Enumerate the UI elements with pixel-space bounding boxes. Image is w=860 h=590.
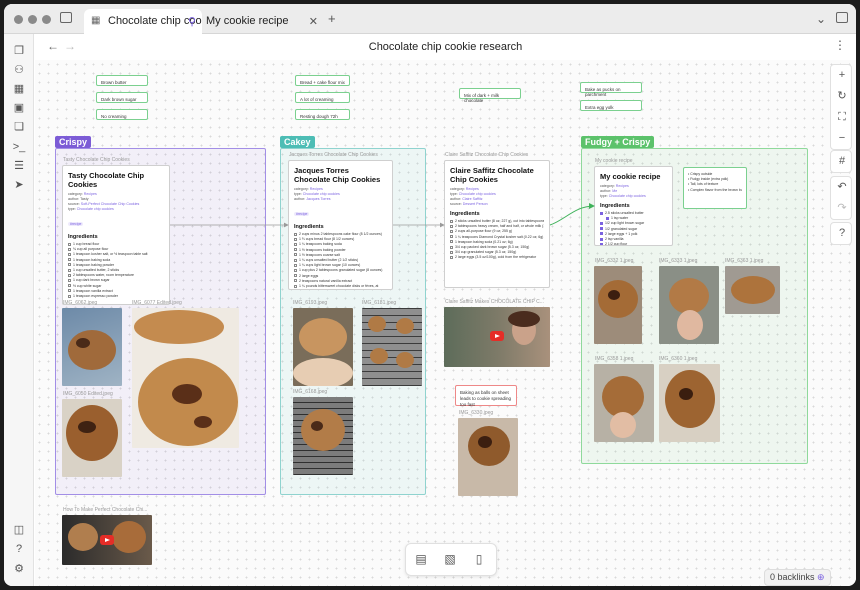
- edge-claire-mine[interactable]: [549, 203, 595, 226]
- settings-icon[interactable]: ⚙: [12, 562, 26, 576]
- zoom-controls: + ↻ ⛶ −: [830, 64, 852, 150]
- zoom-in-icon[interactable]: +: [831, 65, 853, 86]
- pin-icon[interactable]: ⚲: [188, 15, 196, 28]
- help-icon[interactable]: ?: [831, 223, 853, 244]
- copy-icon[interactable]: ❏: [12, 120, 26, 134]
- snap-control: #: [830, 150, 852, 173]
- right-sidebar-toggle-icon[interactable]: [836, 12, 848, 23]
- add-media-icon[interactable]: ▧: [442, 552, 458, 568]
- backlinks-counter[interactable]: 0 backlinks ⊕: [764, 569, 831, 586]
- calendar-icon[interactable]: ▣: [12, 101, 26, 115]
- tab-my-cookie-recipe[interactable]: My cookie recipe ✕: [202, 9, 324, 34]
- snap-icon[interactable]: #: [831, 151, 853, 172]
- send-icon[interactable]: ➤: [12, 178, 26, 192]
- chevron-down-icon[interactable]: ⌄: [816, 12, 826, 26]
- new-tab-icon[interactable]: +: [328, 11, 336, 26]
- more-options-icon[interactable]: ⋮: [834, 38, 846, 52]
- canvas-edges: [170, 203, 595, 228]
- minimize-window-button[interactable]: [28, 15, 37, 24]
- add-item-toolbar: ▤ ▧ ▯: [405, 543, 497, 576]
- tab-label: My cookie recipe: [206, 15, 289, 27]
- add-circle-icon[interactable]: ⊕: [817, 572, 825, 582]
- help-control: ?: [830, 222, 852, 245]
- canvas-icon[interactable]: ▦: [12, 82, 26, 96]
- app-window: ▦ Chocolate chip cooki... ⚲ My cookie re…: [4, 4, 856, 586]
- terminal-icon[interactable]: >_: [12, 140, 26, 154]
- reset-zoom-icon[interactable]: ↻: [831, 86, 853, 107]
- vault-icon[interactable]: ◫: [12, 523, 26, 537]
- canvas-icon: ▦: [91, 15, 101, 26]
- fit-icon[interactable]: ⛶: [831, 107, 853, 128]
- backlinks-label: 0 backlinks: [770, 572, 815, 582]
- close-window-button[interactable]: [14, 15, 23, 24]
- canvas-area[interactable]: Brown butter Dark brown sugar No creamin…: [35, 60, 856, 586]
- title-bar: ▦ Chocolate chip cooki... ⚲ My cookie re…: [4, 4, 856, 34]
- left-ribbon: ❐ ⚇ ▦ ▣ ❏ >_ ☰ ➤ ◫ ? ⚙: [4, 34, 34, 586]
- close-tab-icon[interactable]: ✕: [309, 15, 318, 28]
- add-file-icon[interactable]: ▯: [471, 552, 487, 568]
- help-icon[interactable]: ?: [12, 542, 26, 556]
- sidebar-toggle-icon[interactable]: [60, 12, 72, 23]
- view-header: ← → Chocolate chip cookie research ⋮: [35, 34, 856, 60]
- template-icon[interactable]: ☰: [12, 159, 26, 173]
- undo-icon[interactable]: ↶: [831, 177, 853, 198]
- add-note-icon[interactable]: ▤: [413, 552, 429, 568]
- files-icon[interactable]: ❐: [12, 44, 26, 58]
- graph-icon[interactable]: ⚇: [12, 63, 26, 77]
- zoom-out-icon[interactable]: −: [831, 128, 853, 149]
- maximize-window-button[interactable]: [42, 15, 51, 24]
- history-controls: ↶ ↷: [830, 176, 852, 220]
- page-title: Chocolate chip cookie research: [368, 41, 523, 53]
- redo-icon[interactable]: ↷: [831, 198, 853, 219]
- tab-chocolate-chip[interactable]: ▦ Chocolate chip cooki... ⚲: [84, 9, 202, 34]
